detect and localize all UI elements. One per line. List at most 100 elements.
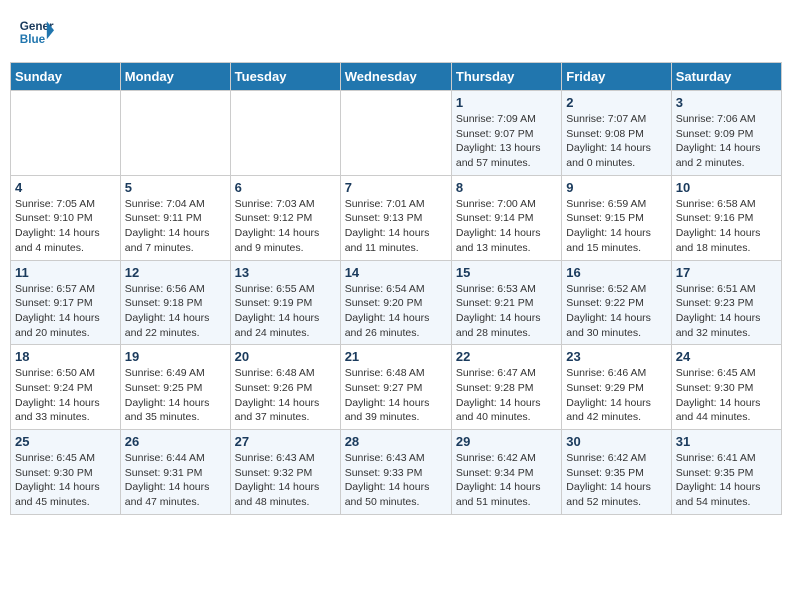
day-number: 3 (676, 95, 777, 110)
cell-info: Sunrise: 7:07 AM Sunset: 9:08 PM Dayligh… (566, 112, 666, 171)
cell-info: Sunrise: 7:00 AM Sunset: 9:14 PM Dayligh… (456, 197, 557, 256)
day-number: 19 (125, 349, 226, 364)
day-number: 12 (125, 265, 226, 280)
week-row-4: 18 Sunrise: 6:50 AM Sunset: 9:24 PM Dayli… (11, 345, 782, 430)
day-number: 17 (676, 265, 777, 280)
week-row-3: 11 Sunrise: 6:57 AM Sunset: 9:17 PM Dayli… (11, 260, 782, 345)
calendar-cell: 7 Sunrise: 7:01 AM Sunset: 9:13 PM Daylig… (340, 175, 451, 260)
calendar-cell: 11 Sunrise: 6:57 AM Sunset: 9:17 PM Dayli… (11, 260, 121, 345)
calendar-cell (340, 91, 451, 176)
calendar-cell: 3Sunrise: 7:06 AM Sunset: 9:09 PM Daylig… (671, 91, 781, 176)
calendar-cell: 10Sunrise: 6:58 AM Sunset: 9:16 PM Dayli… (671, 175, 781, 260)
calendar-cell: 21 Sunrise: 6:48 AM Sunset: 9:27 PM Dayli… (340, 345, 451, 430)
calendar-cell: 2 Sunrise: 7:07 AM Sunset: 9:08 PM Daylig… (562, 91, 671, 176)
cell-info: Sunrise: 6:49 AM Sunset: 9:25 PM Dayligh… (125, 366, 226, 425)
logo-icon: General Blue (18, 14, 54, 50)
calendar-cell: 4 Sunrise: 7:05 AM Sunset: 9:10 PM Daylig… (11, 175, 121, 260)
week-row-1: 1 Sunrise: 7:09 AM Sunset: 9:07 PM Daylig… (11, 91, 782, 176)
cell-info: Sunrise: 6:57 AM Sunset: 9:17 PM Dayligh… (15, 282, 116, 341)
calendar-cell: 14 Sunrise: 6:54 AM Sunset: 9:20 PM Dayli… (340, 260, 451, 345)
week-row-5: 25 Sunrise: 6:45 AM Sunset: 9:30 PM Dayli… (11, 430, 782, 515)
svg-text:Blue: Blue (20, 33, 46, 46)
day-number: 4 (15, 180, 116, 195)
cell-info: Sunrise: 6:45 AM Sunset: 9:30 PM Dayligh… (676, 366, 777, 425)
calendar-cell: 26 Sunrise: 6:44 AM Sunset: 9:31 PM Dayli… (120, 430, 230, 515)
calendar-cell: 17 Sunrise: 6:51 AM Sunset: 9:23 PM Dayli… (671, 260, 781, 345)
day-number: 25 (15, 434, 116, 449)
calendar-cell: 22 Sunrise: 6:47 AM Sunset: 9:28 PM Dayli… (451, 345, 561, 430)
cell-info: Sunrise: 6:56 AM Sunset: 9:18 PM Dayligh… (125, 282, 226, 341)
calendar-cell (11, 91, 121, 176)
cell-info: Sunrise: 6:58 AM Sunset: 9:16 PM Dayligh… (676, 197, 777, 256)
cell-info: Sunrise: 6:59 AM Sunset: 9:15 PM Dayligh… (566, 197, 666, 256)
day-number: 15 (456, 265, 557, 280)
cell-info: Sunrise: 6:47 AM Sunset: 9:28 PM Dayligh… (456, 366, 557, 425)
day-number: 16 (566, 265, 666, 280)
header-cell-sunday: Sunday (11, 63, 121, 91)
cell-info: Sunrise: 6:53 AM Sunset: 9:21 PM Dayligh… (456, 282, 557, 341)
header-cell-thursday: Thursday (451, 63, 561, 91)
cell-info: Sunrise: 7:05 AM Sunset: 9:10 PM Dayligh… (15, 197, 116, 256)
calendar-table: SundayMondayTuesdayWednesdayThursdayFrid… (10, 62, 782, 515)
header-cell-monday: Monday (120, 63, 230, 91)
day-number: 11 (15, 265, 116, 280)
calendar-cell: 9 Sunrise: 6:59 AM Sunset: 9:15 PM Daylig… (562, 175, 671, 260)
calendar-cell: 13 Sunrise: 6:55 AM Sunset: 9:19 PM Dayli… (230, 260, 340, 345)
calendar-cell: 15 Sunrise: 6:53 AM Sunset: 9:21 PM Dayli… (451, 260, 561, 345)
calendar-cell: 1 Sunrise: 7:09 AM Sunset: 9:07 PM Daylig… (451, 91, 561, 176)
cell-info: Sunrise: 7:03 AM Sunset: 9:12 PM Dayligh… (235, 197, 336, 256)
calendar-cell: 12 Sunrise: 6:56 AM Sunset: 9:18 PM Dayli… (120, 260, 230, 345)
day-number: 21 (345, 349, 447, 364)
day-number: 9 (566, 180, 666, 195)
calendar-cell: 8 Sunrise: 7:00 AM Sunset: 9:14 PM Daylig… (451, 175, 561, 260)
day-number: 13 (235, 265, 336, 280)
cell-info: Sunrise: 6:50 AM Sunset: 9:24 PM Dayligh… (15, 366, 116, 425)
cell-info: Sunrise: 6:45 AM Sunset: 9:30 PM Dayligh… (15, 451, 116, 510)
day-number: 31 (676, 434, 777, 449)
logo: General Blue (18, 14, 54, 50)
calendar-cell: 25 Sunrise: 6:45 AM Sunset: 9:30 PM Dayli… (11, 430, 121, 515)
day-number: 23 (566, 349, 666, 364)
cell-info: Sunrise: 6:43 AM Sunset: 9:33 PM Dayligh… (345, 451, 447, 510)
calendar-cell (120, 91, 230, 176)
cell-info: Sunrise: 7:01 AM Sunset: 9:13 PM Dayligh… (345, 197, 447, 256)
cell-info: Sunrise: 7:09 AM Sunset: 9:07 PM Dayligh… (456, 112, 557, 171)
day-number: 24 (676, 349, 777, 364)
calendar-cell: 18 Sunrise: 6:50 AM Sunset: 9:24 PM Dayli… (11, 345, 121, 430)
cell-info: Sunrise: 6:44 AM Sunset: 9:31 PM Dayligh… (125, 451, 226, 510)
header-cell-saturday: Saturday (671, 63, 781, 91)
calendar-cell: 28 Sunrise: 6:43 AM Sunset: 9:33 PM Dayli… (340, 430, 451, 515)
cell-info: Sunrise: 6:48 AM Sunset: 9:27 PM Dayligh… (345, 366, 447, 425)
day-number: 5 (125, 180, 226, 195)
day-number: 8 (456, 180, 557, 195)
day-number: 1 (456, 95, 557, 110)
day-number: 29 (456, 434, 557, 449)
cell-info: Sunrise: 6:41 AM Sunset: 9:35 PM Dayligh… (676, 451, 777, 510)
day-number: 20 (235, 349, 336, 364)
day-number: 14 (345, 265, 447, 280)
cell-info: Sunrise: 7:04 AM Sunset: 9:11 PM Dayligh… (125, 197, 226, 256)
calendar-cell: 29 Sunrise: 6:42 AM Sunset: 9:34 PM Dayli… (451, 430, 561, 515)
calendar-cell (230, 91, 340, 176)
cell-info: Sunrise: 6:42 AM Sunset: 9:34 PM Dayligh… (456, 451, 557, 510)
header-cell-wednesday: Wednesday (340, 63, 451, 91)
day-number: 22 (456, 349, 557, 364)
cell-info: Sunrise: 6:51 AM Sunset: 9:23 PM Dayligh… (676, 282, 777, 341)
week-row-2: 4 Sunrise: 7:05 AM Sunset: 9:10 PM Daylig… (11, 175, 782, 260)
calendar-cell: 20Sunrise: 6:48 AM Sunset: 9:26 PM Dayli… (230, 345, 340, 430)
day-number: 27 (235, 434, 336, 449)
day-number: 26 (125, 434, 226, 449)
calendar-cell: 24 Sunrise: 6:45 AM Sunset: 9:30 PM Dayli… (671, 345, 781, 430)
page-header: General Blue (10, 10, 782, 54)
calendar-cell: 6 Sunrise: 7:03 AM Sunset: 9:12 PM Daylig… (230, 175, 340, 260)
calendar-cell: 16Sunrise: 6:52 AM Sunset: 9:22 PM Dayli… (562, 260, 671, 345)
day-number: 2 (566, 95, 666, 110)
day-number: 6 (235, 180, 336, 195)
cell-info: Sunrise: 6:55 AM Sunset: 9:19 PM Dayligh… (235, 282, 336, 341)
cell-info: Sunrise: 6:43 AM Sunset: 9:32 PM Dayligh… (235, 451, 336, 510)
day-number: 18 (15, 349, 116, 364)
cell-info: Sunrise: 6:54 AM Sunset: 9:20 PM Dayligh… (345, 282, 447, 341)
day-number: 28 (345, 434, 447, 449)
calendar-cell: 30Sunrise: 6:42 AM Sunset: 9:35 PM Dayli… (562, 430, 671, 515)
day-number: 7 (345, 180, 447, 195)
